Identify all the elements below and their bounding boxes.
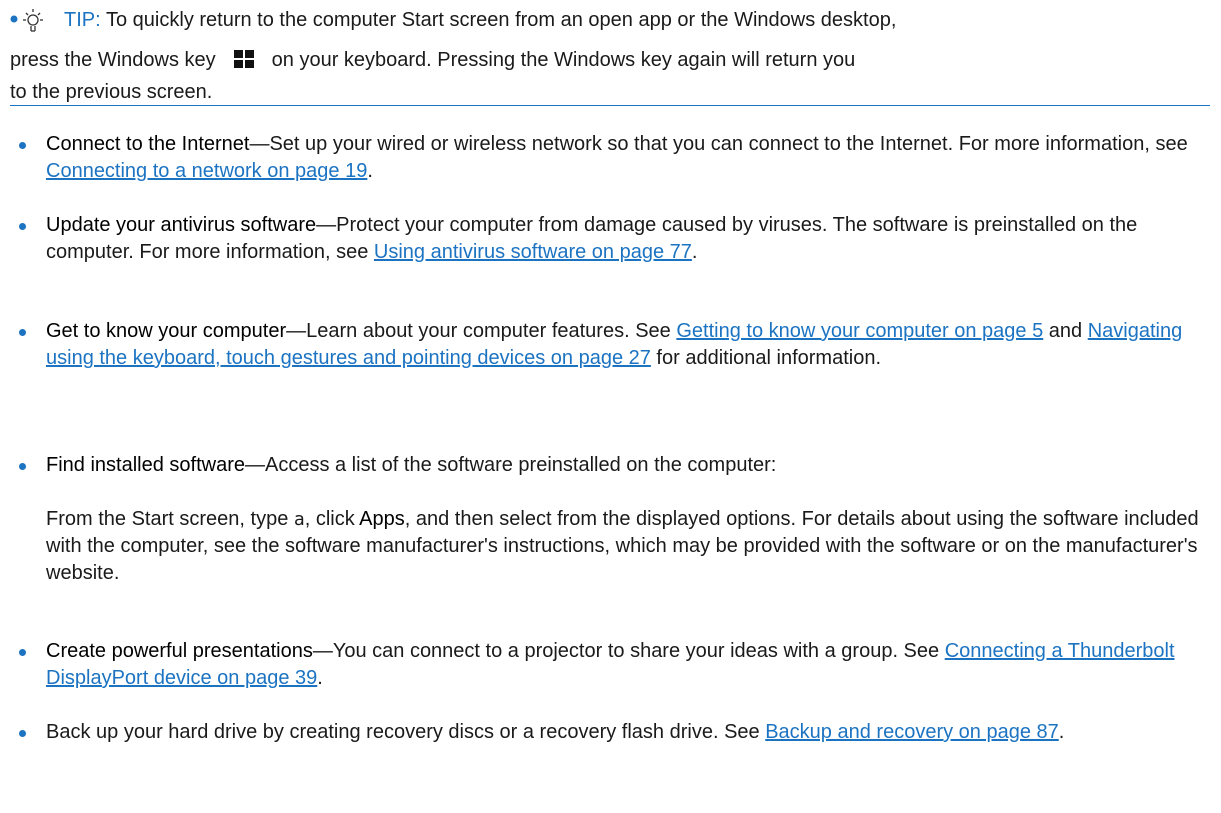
apps-label: Apps: [359, 508, 405, 530]
item-term: Connect to the Internet: [46, 133, 250, 155]
typed-key: a: [293, 509, 305, 530]
list-item-backup: Back up your hard drive by creating reco…: [19, 719, 1206, 746]
tip-text-before-key: press the Windows key: [10, 49, 216, 71]
bullet: [19, 223, 26, 230]
item-text: .: [367, 160, 373, 182]
link-connecting-network[interactable]: Connecting to a network on page 19: [46, 160, 367, 182]
item-term: Get to know your computer: [46, 320, 287, 342]
tip-lightbulb-icon: [10, 8, 54, 36]
list-item-update-antivirus: Update your antivirus software—Protect y…: [19, 212, 1206, 266]
item-text: —Learn about your computer features. See: [286, 320, 677, 342]
bullet: [19, 329, 26, 336]
tip-text-after-key: on your keyboard. Pressing the Windows k…: [271, 49, 856, 71]
sub-text: From the Start screen, type: [46, 508, 294, 530]
bullet: [19, 730, 26, 737]
tip-text-line-1: To quickly return to the computer Start …: [106, 9, 897, 31]
list-item-presentations: Create powerful presentations—You can co…: [19, 638, 1206, 692]
list-item-installed-software: Find installed software—Access a list of…: [19, 452, 1206, 587]
list-item-know-computer: Get to know your computer—Learn about yo…: [19, 318, 1206, 372]
item-text: .: [317, 667, 323, 689]
bullet: [19, 649, 26, 656]
list-item-connect-internet: Connect to the Internet—Set up your wire…: [19, 131, 1206, 185]
item-term: Create powerful presentations: [46, 640, 313, 662]
tip-box: TIP: To quickly return to the computer S…: [10, 0, 1210, 106]
bullet: [19, 463, 26, 470]
item-text: —You can connect to a projector to share…: [312, 640, 945, 662]
link-getting-to-know[interactable]: Getting to know your computer on page 5: [676, 320, 1043, 342]
link-backup-recovery[interactable]: Backup and recovery on page 87: [765, 721, 1059, 743]
item-term: Find installed software: [46, 454, 245, 476]
sub-text: , click: [304, 508, 360, 530]
item-text: .: [1058, 721, 1065, 743]
tip-label: TIP:: [64, 9, 101, 31]
bullet: [19, 142, 26, 149]
windows-key-icon: [233, 50, 254, 68]
item-term: Update your antivirus software: [46, 214, 317, 236]
item-text: Back up your hard drive by creating reco…: [46, 721, 766, 743]
link-antivirus-software[interactable]: Using antivirus software on page 77: [374, 241, 692, 263]
item-text: —Access a list of the software preinstal…: [244, 454, 777, 476]
tip-text-line-3: to the previous screen.: [10, 81, 213, 103]
item-text: .: [691, 241, 698, 263]
item-text: for additional information.: [650, 347, 882, 369]
item-text: and: [1043, 320, 1088, 342]
item-text: —Set up your wired or wireless network s…: [249, 133, 1188, 155]
tip-text-line-2: press the Windows key on your keyboard. P…: [10, 49, 855, 72]
item-subparagraph: From the Start screen, type a, click App…: [46, 506, 1206, 587]
